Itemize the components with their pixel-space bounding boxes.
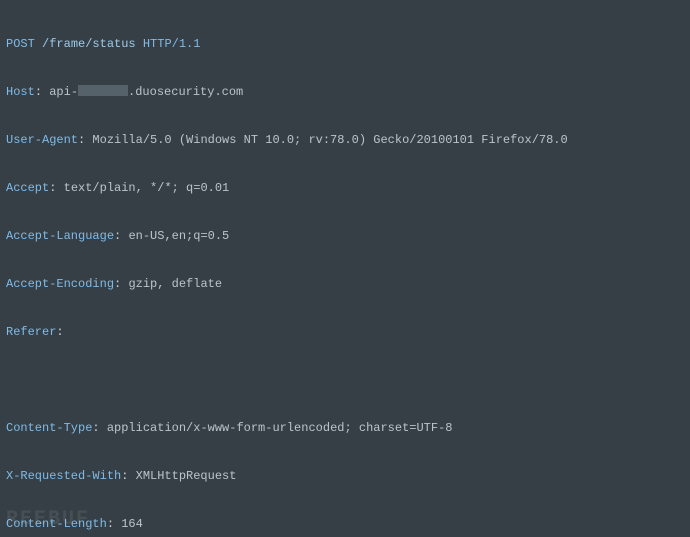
request-pane: POST /frame/status HTTP/1.1 Host: api-xx… — [0, 0, 690, 537]
header-user-agent: User-Agent: Mozilla/5.0 (Windows NT 10.0… — [6, 132, 684, 148]
http-path: /frame/status — [42, 37, 136, 51]
blank-line-1 — [6, 372, 684, 388]
header-accept: Accept: text/plain, */*; q=0.01 — [6, 180, 684, 196]
header-content-length: Content-Length: 164 — [6, 516, 684, 532]
header-host: Host: api-xxxxx.duosecurity.com — [6, 84, 684, 100]
http-version: HTTP/1.1 — [143, 37, 201, 51]
header-x-requested-with: X-Requested-With: XMLHttpRequest — [6, 468, 684, 484]
header-accept-language: Accept-Language: en-US,en;q=0.5 — [6, 228, 684, 244]
http-method: POST — [6, 37, 35, 51]
header-referer: Referer: — [6, 324, 684, 340]
request-line: POST /frame/status HTTP/1.1 — [6, 36, 684, 52]
header-accept-encoding: Accept-Encoding: gzip, deflate — [6, 276, 684, 292]
header-content-type: Content-Type: application/x-www-form-url… — [6, 420, 684, 436]
redacted-block: xxxxx — [78, 85, 128, 96]
